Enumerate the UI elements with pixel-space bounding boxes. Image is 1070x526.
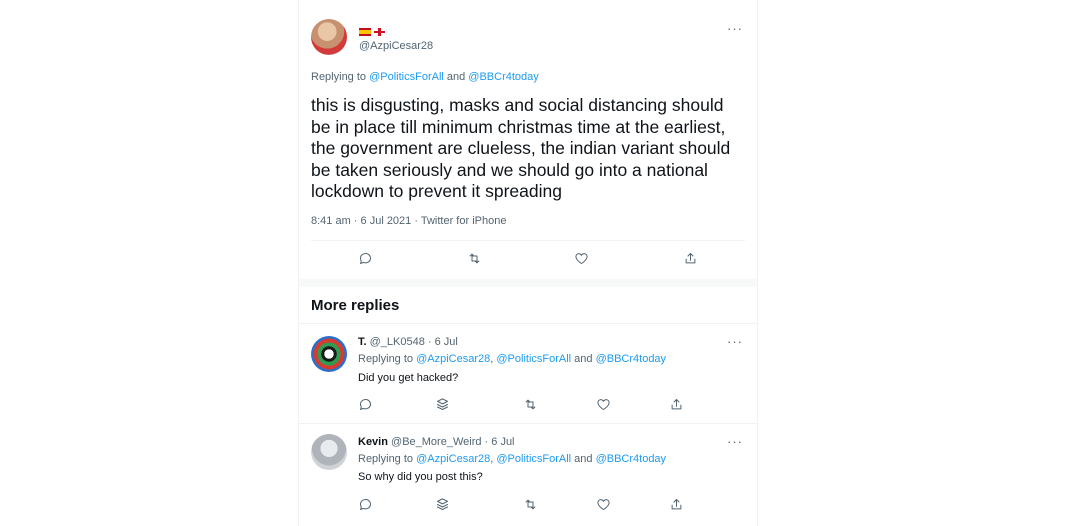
mention-link[interactable]: @BBCr4today: [596, 353, 666, 365]
display-name[interactable]: Kevin: [358, 436, 388, 448]
user-handle[interactable]: @_LK0548: [370, 336, 425, 348]
avatar[interactable]: [311, 19, 347, 55]
tweet-timestamp[interactable]: 8:41 am · 6 Jul 2021 · Twitter for iPhon…: [311, 215, 506, 227]
share-icon[interactable]: [666, 494, 686, 514]
like-icon[interactable]: [593, 394, 613, 414]
retweet-icon[interactable]: [464, 248, 484, 268]
share-icon[interactable]: [666, 394, 686, 414]
more-replies-heading: More replies: [311, 297, 400, 314]
mention-link[interactable]: @BBCr4today: [596, 453, 666, 465]
more-options-icon[interactable]: ···: [727, 434, 743, 449]
user-handle[interactable]: @Be_More_Weird: [391, 436, 481, 448]
mention-link[interactable]: @PoliticsForAll: [369, 71, 444, 83]
display-name[interactable]: T.: [358, 336, 367, 348]
divider: [311, 240, 745, 241]
reply-date[interactable]: · 6 Jul: [428, 336, 458, 348]
mention-link[interactable]: @PoliticsForAll: [496, 353, 571, 365]
layers-icon[interactable]: [432, 394, 452, 414]
display-name-flags[interactable]: 🇪🇸🏴: [359, 24, 385, 38]
reply-icon[interactable]: [355, 494, 375, 514]
section-gap: [299, 279, 757, 287]
spain-flag-icon: [359, 27, 371, 36]
reply-icon[interactable]: [355, 248, 375, 268]
reply-header: Kevin @Be_More_Weird · 6 Jul: [358, 436, 515, 448]
retweet-icon[interactable]: [520, 394, 540, 414]
retweet-icon[interactable]: [520, 494, 540, 514]
mention-link[interactable]: @BBCr4today: [468, 71, 538, 83]
england-flag-icon: [374, 27, 385, 36]
reply-tweet[interactable]: T. @_LK0548 · 6 Jul ··· Replying to @Azp…: [299, 324, 757, 423]
mention-link[interactable]: @AzpiCesar28: [416, 453, 490, 465]
avatar[interactable]: [311, 336, 347, 372]
replying-to: Replying to @AzpiCesar28, @PoliticsForAl…: [358, 353, 666, 365]
tweet-actions: [299, 248, 757, 270]
replying-and: and: [571, 453, 596, 465]
like-icon[interactable]: [571, 248, 591, 268]
replying-to: Replying to @AzpiCesar28, @PoliticsForAl…: [358, 453, 666, 465]
conversation-column: 🇪🇸🏴 @AzpiCesar28 ··· Replying to @Politi…: [298, 0, 758, 526]
tweet-text: this is disgusting, masks and social dis…: [311, 95, 731, 201]
share-icon[interactable]: [680, 248, 700, 268]
mention-link[interactable]: @AzpiCesar28: [416, 353, 490, 365]
reply-text: Did you get hacked?: [358, 372, 459, 384]
reply-tweet[interactable]: Kevin @Be_More_Weird · 6 Jul ··· Replyin…: [299, 424, 757, 526]
reply-icon[interactable]: [355, 394, 375, 414]
replying-and: and: [571, 353, 596, 365]
reply-header: T. @_LK0548 · 6 Jul: [358, 336, 458, 348]
mention-link[interactable]: @PoliticsForAll: [496, 453, 571, 465]
replying-to: Replying to @PoliticsForAll and @BBCr4to…: [311, 71, 539, 83]
like-icon[interactable]: [593, 494, 613, 514]
main-tweet[interactable]: 🇪🇸🏴 @AzpiCesar28 ··· Replying to @Politi…: [299, 0, 757, 278]
replying-prefix: Replying to: [358, 453, 417, 465]
replying-prefix: Replying to: [358, 353, 417, 365]
more-options-icon[interactable]: ···: [727, 21, 743, 36]
replying-and: and: [443, 71, 469, 83]
replying-prefix: Replying to: [311, 71, 370, 83]
reply-text: So why did you post this?: [358, 471, 483, 483]
layers-icon[interactable]: [432, 494, 452, 514]
avatar[interactable]: [311, 434, 347, 470]
more-options-icon[interactable]: ···: [727, 334, 743, 349]
user-handle[interactable]: @AzpiCesar28: [359, 40, 433, 52]
reply-date[interactable]: · 6 Jul: [485, 436, 515, 448]
